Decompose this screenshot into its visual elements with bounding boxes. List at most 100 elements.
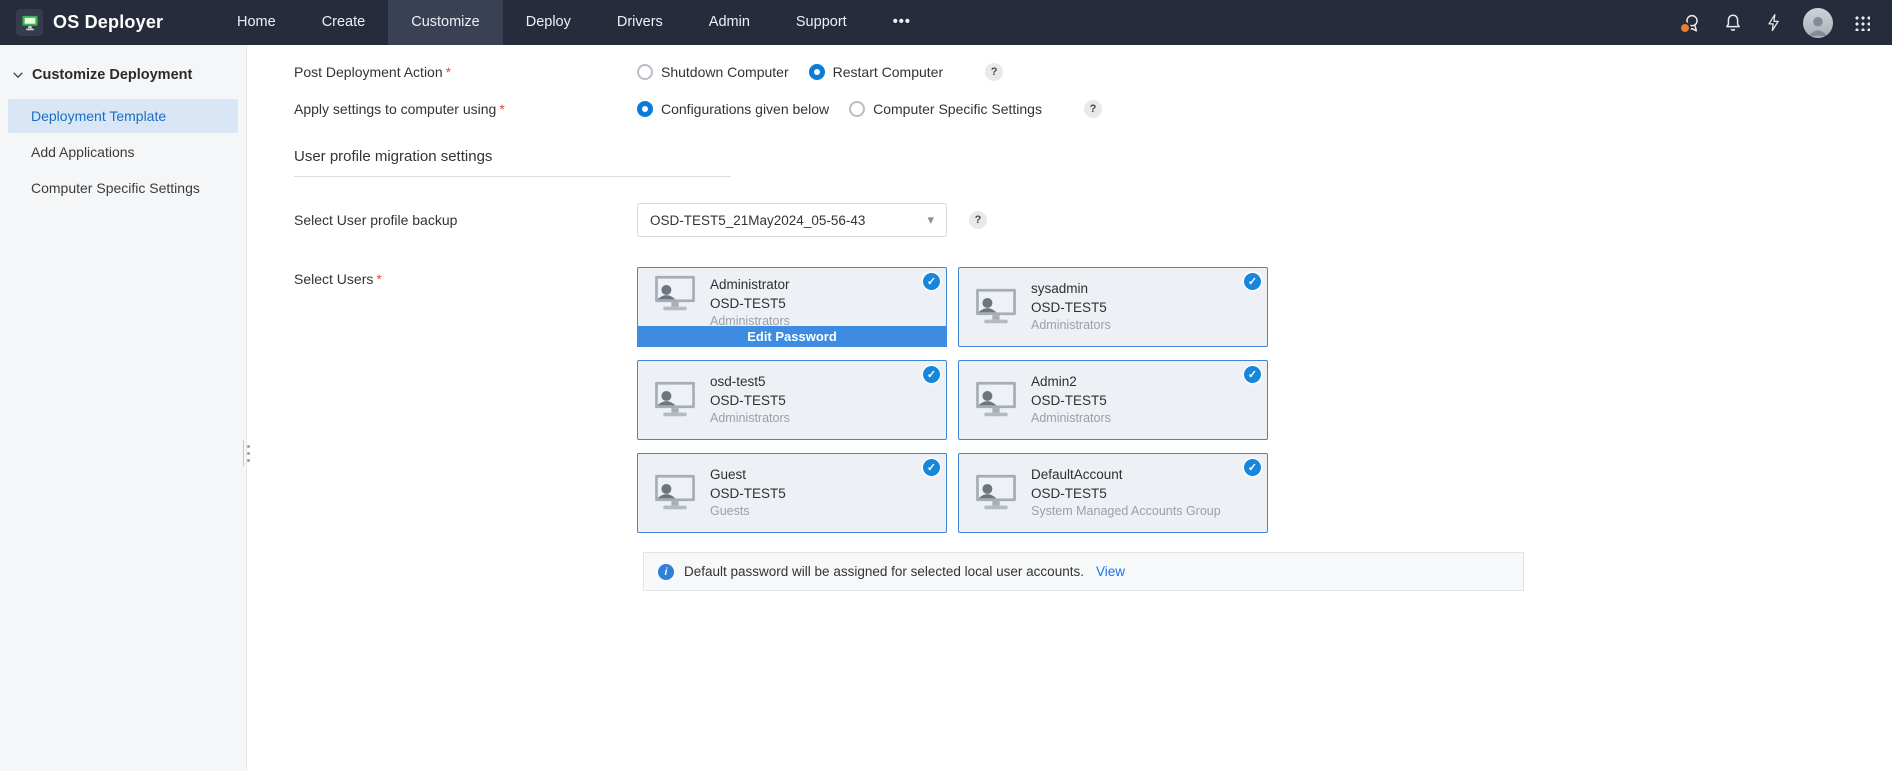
apply-settings-label: Apply settings to computer using*: [294, 101, 637, 117]
chevron-down-icon: ▾: [927, 212, 934, 228]
sidebar-section-label: Customize Deployment: [32, 67, 192, 83]
profile-backup-selected-value: OSD-TEST5_21May2024_05-56-43: [650, 213, 865, 228]
user-cards-grid: ✓ Administrator OSD-TEST5 Administrators…: [637, 267, 1524, 533]
sidebar-section-customize-deployment[interactable]: Customize Deployment: [0, 45, 246, 97]
sidebar-item-computer-specific-settings[interactable]: Computer Specific Settings: [8, 171, 238, 205]
radio-shutdown-computer[interactable]: Shutdown Computer: [637, 64, 789, 80]
nav-item-deploy[interactable]: Deploy: [503, 0, 594, 45]
help-icon[interactable]: ?: [1084, 100, 1102, 118]
selected-check-icon[interactable]: ✓: [923, 366, 940, 383]
select-users-label: Select Users*: [294, 267, 637, 287]
app-brand[interactable]: OS Deployer: [0, 9, 214, 36]
user-group: Guests: [710, 503, 786, 521]
user-name: DefaultAccount: [1031, 465, 1221, 484]
app-logo-icon: [16, 9, 43, 36]
nav-item-create[interactable]: Create: [299, 0, 389, 45]
user-computer-icon: [973, 381, 1019, 419]
user-group: System Managed Accounts Group: [1031, 503, 1221, 521]
top-navigation-bar: OS Deployer Home Create Customize Deploy…: [0, 0, 1892, 45]
user-card-administrator[interactable]: ✓ Administrator OSD-TEST5 Administrators…: [637, 267, 947, 347]
apply-settings-row: Apply settings to computer using* Config…: [294, 98, 1892, 120]
radio-configurations-given-below[interactable]: Configurations given below: [637, 101, 829, 117]
select-users-row: Select Users* ✓ Administrator OSD-TEST5 …: [294, 267, 1892, 591]
help-icon[interactable]: ?: [985, 63, 1003, 81]
user-card-text: sysadmin OSD-TEST5 Administrators: [1031, 279, 1141, 335]
radio-icon: [637, 64, 653, 80]
edit-password-button[interactable]: Edit Password: [637, 326, 947, 347]
radio-label: Restart Computer: [833, 64, 943, 80]
profile-backup-label: Select User profile backup: [294, 212, 637, 228]
user-computer-icon: [973, 474, 1019, 512]
notification-bell-icon[interactable]: [1721, 11, 1745, 35]
user-group: Administrators: [1031, 410, 1111, 428]
radio-label: Computer Specific Settings: [873, 101, 1042, 117]
profile-backup-select[interactable]: OSD-TEST5_21May2024_05-56-43 ▾: [637, 203, 947, 237]
selected-check-icon[interactable]: ✓: [923, 459, 940, 476]
required-asterisk: *: [376, 271, 381, 287]
user-name: Administrator: [710, 275, 790, 294]
nav-item-home[interactable]: Home: [214, 0, 299, 45]
user-card-text: Admin2 OSD-TEST5 Administrators: [1031, 372, 1141, 428]
sidebar-item-add-applications[interactable]: Add Applications: [8, 135, 238, 169]
user-card-text: Guest OSD-TEST5 Guests: [710, 465, 816, 521]
user-card-text: DefaultAccount OSD-TEST5 System Managed …: [1031, 465, 1251, 521]
required-asterisk: *: [446, 64, 451, 80]
radio-icon: [637, 101, 653, 117]
user-card-sysadmin[interactable]: ✓ sysadmin OSD-TEST5 Administrators: [958, 267, 1268, 347]
user-card-guest[interactable]: ✓ Guest OSD-TEST5 Guests: [637, 453, 947, 533]
user-group: Administrators: [1031, 317, 1111, 335]
user-name: sysadmin: [1031, 279, 1111, 298]
help-icon[interactable]: ?: [969, 211, 987, 229]
resize-line: [243, 440, 244, 466]
user-card-admin2[interactable]: ✓ Admin2 OSD-TEST5 Administrators: [958, 360, 1268, 440]
user-avatar[interactable]: [1803, 8, 1833, 38]
sidebar-resize-handle[interactable]: [243, 438, 250, 468]
computer-name: OSD-TEST5: [710, 391, 790, 410]
selected-check-icon[interactable]: ✓: [1244, 459, 1261, 476]
user-computer-icon: [652, 474, 698, 512]
view-link[interactable]: View: [1096, 564, 1125, 579]
nav-item-admin[interactable]: Admin: [686, 0, 773, 45]
nav-item-customize[interactable]: Customize: [388, 0, 503, 45]
computer-name: OSD-TEST5: [1031, 391, 1111, 410]
nav-more-button[interactable]: •••: [870, 0, 934, 45]
computer-name: OSD-TEST5: [1031, 298, 1111, 317]
radio-label: Shutdown Computer: [661, 64, 789, 80]
apps-grid-icon[interactable]: [1850, 11, 1874, 35]
radio-icon: [809, 64, 825, 80]
selected-check-icon[interactable]: ✓: [923, 273, 940, 290]
selected-check-icon[interactable]: ✓: [1244, 366, 1261, 383]
license-badge-icon[interactable]: [1680, 11, 1704, 35]
apps-grid-dots: [1854, 15, 1870, 31]
main-nav: Home Create Customize Deploy Drivers Adm…: [214, 0, 934, 45]
sidebar-item-deployment-template[interactable]: Deployment Template: [8, 99, 238, 133]
user-card-defaultaccount[interactable]: ✓ DefaultAccount OSD-TEST5 System Manage…: [958, 453, 1268, 533]
profile-backup-row: Select User profile backup OSD-TEST5_21M…: [294, 203, 1892, 237]
user-name: Guest: [710, 465, 786, 484]
info-message: Default password will be assigned for se…: [684, 564, 1084, 579]
nav-item-support[interactable]: Support: [773, 0, 870, 45]
radio-icon: [849, 101, 865, 117]
user-card-text: osd-test5 OSD-TEST5 Administrators: [710, 372, 820, 428]
required-asterisk: *: [499, 101, 504, 117]
main-content: Post Deployment Action* Shutdown Compute…: [248, 45, 1892, 771]
info-icon: i: [658, 564, 674, 580]
radio-label: Configurations given below: [661, 101, 829, 117]
user-computer-icon: [973, 288, 1019, 326]
post-deployment-action-row: Post Deployment Action* Shutdown Compute…: [294, 61, 1892, 83]
user-card-osd-test5[interactable]: ✓ osd-test5 OSD-TEST5 Administrators: [637, 360, 947, 440]
nav-item-drivers[interactable]: Drivers: [594, 0, 686, 45]
post-deployment-action-label: Post Deployment Action*: [294, 64, 637, 80]
section-title-user-profile-migration: User profile migration settings: [294, 148, 731, 177]
user-card-text: Administrator OSD-TEST5 Administrators: [710, 275, 820, 331]
user-computer-icon: [652, 381, 698, 419]
chevron-down-icon: [12, 70, 24, 80]
user-name: osd-test5: [710, 372, 790, 391]
radio-computer-specific-settings[interactable]: Computer Specific Settings: [849, 101, 1042, 117]
selected-check-icon[interactable]: ✓: [1244, 273, 1261, 290]
post-deployment-options: Shutdown Computer Restart Computer ?: [637, 63, 1003, 81]
radio-restart-computer[interactable]: Restart Computer: [809, 64, 943, 80]
computer-name: OSD-TEST5: [1031, 484, 1221, 503]
quick-actions-bolt-icon[interactable]: [1762, 11, 1786, 35]
topbar-actions: [1680, 8, 1892, 38]
